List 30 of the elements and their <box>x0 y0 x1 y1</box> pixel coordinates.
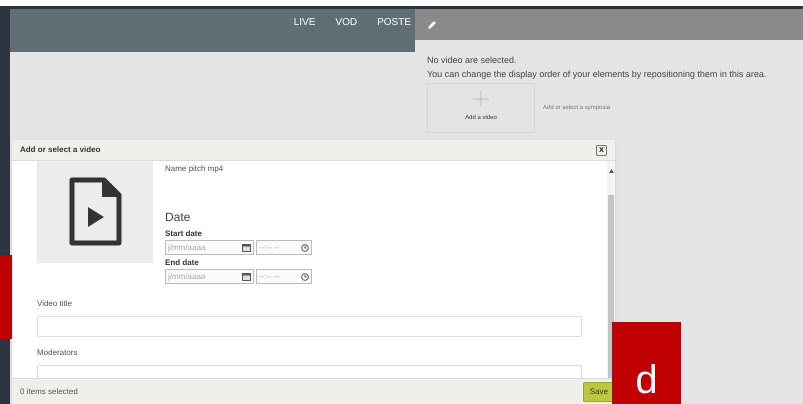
plus-icon <box>473 91 489 107</box>
video-file-icon <box>68 177 122 247</box>
calendar-icon[interactable] <box>242 243 251 252</box>
letter-label: d <box>612 322 681 404</box>
field-label: Video title <box>37 298 73 310</box>
date-field[interactable]: j/mm/aaaa <box>165 240 254 255</box>
file-name: Name pitch mp4 <box>165 163 224 175</box>
clock-icon[interactable] <box>301 272 309 280</box>
empty-message: No video are selected. <box>427 54 518 67</box>
nav-link[interactable]: POSTE <box>377 15 411 30</box>
pencil-icon[interactable] <box>427 20 437 30</box>
selection-count: 0 items selected <box>20 386 78 398</box>
nav-link[interactable]: LIVE <box>294 15 316 30</box>
scrollbar-thumb[interactable] <box>608 195 614 378</box>
scrollbar[interactable] <box>607 161 615 378</box>
date-label: Start date <box>165 228 203 240</box>
text-field[interactable] <box>37 316 582 337</box>
dialog-title: Add or select a video <box>20 144 100 156</box>
scroll-up-icon[interactable] <box>608 169 614 173</box>
clock-icon[interactable] <box>301 244 309 252</box>
time-field[interactable]: --:-- -- <box>256 240 312 255</box>
calendar-icon[interactable] <box>242 272 251 281</box>
field-label: Moderators <box>37 347 78 359</box>
date-field[interactable]: j/mm/aaaa <box>165 269 254 284</box>
date-label: End date <box>165 257 200 269</box>
time-field[interactable]: --:-- -- <box>256 269 312 284</box>
hint-text: You can change the display order of your elements by repositioning them in this area. <box>427 68 768 81</box>
nav-link[interactable]: VOD <box>335 15 358 30</box>
date-heading: Date <box>165 209 192 226</box>
save-button[interactable]: Save <box>582 382 615 402</box>
